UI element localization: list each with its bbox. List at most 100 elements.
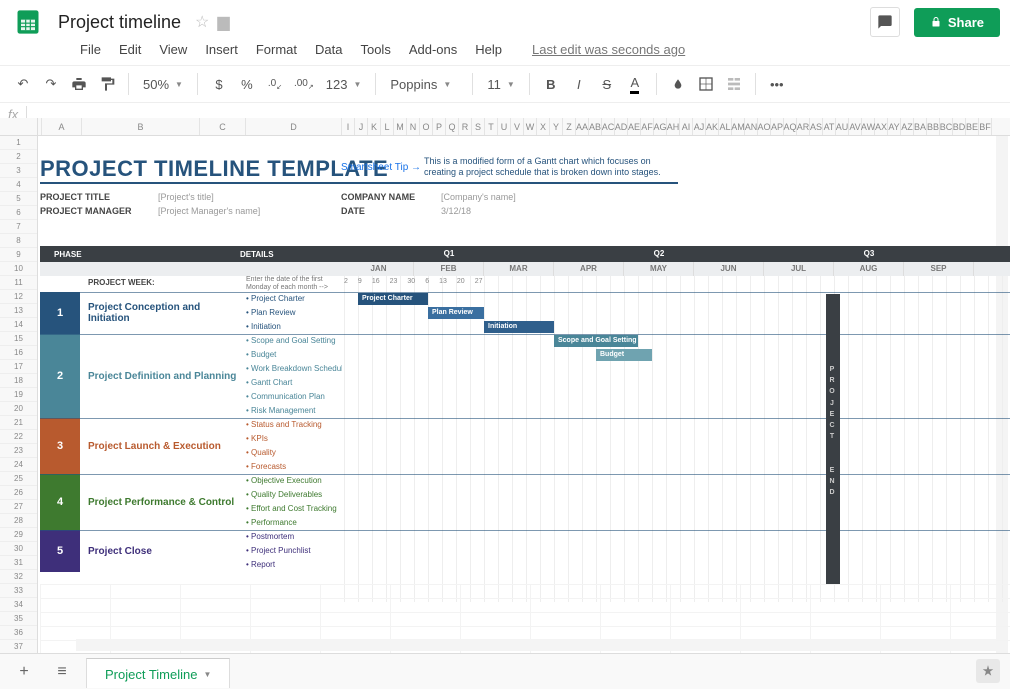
rowhdr-36[interactable]: 36 — [0, 626, 37, 640]
menu-data[interactable]: Data — [307, 38, 350, 61]
menu-tools[interactable]: Tools — [352, 38, 398, 61]
colhdr-W[interactable]: W — [524, 118, 537, 135]
colhdr-A[interactable]: A — [42, 118, 82, 135]
rowhdr-24[interactable]: 24 — [0, 458, 37, 472]
rowhdr-26[interactable]: 26 — [0, 486, 37, 500]
italic-button[interactable]: I — [566, 71, 592, 97]
rowhdr-1[interactable]: 1 — [0, 136, 37, 150]
colhdr-B[interactable]: B — [82, 118, 200, 135]
star-icon[interactable]: ☆ — [195, 12, 209, 32]
colhdr-BA[interactable]: BA — [914, 118, 927, 135]
colhdr-AA[interactable]: AA — [576, 118, 589, 135]
colhdr-I[interactable]: I — [342, 118, 355, 135]
numfmt-select[interactable]: 123▼ — [320, 77, 368, 92]
more-toolbar-button[interactable]: ••• — [764, 71, 790, 97]
colhdr-AE[interactable]: AE — [628, 118, 641, 135]
colhdr-J[interactable]: J — [355, 118, 368, 135]
borders-button[interactable] — [693, 71, 719, 97]
rowhdr-32[interactable]: 32 — [0, 570, 37, 584]
rowhdr-35[interactable]: 35 — [0, 612, 37, 626]
rowhdr-6[interactable]: 6 — [0, 206, 37, 220]
merge-button[interactable] — [721, 71, 747, 97]
rowhdr-16[interactable]: 16 — [0, 346, 37, 360]
rowhdr-21[interactable]: 21 — [0, 416, 37, 430]
colhdr-AS[interactable]: AS — [810, 118, 823, 135]
colhdr-AD[interactable]: AD — [615, 118, 628, 135]
rowhdr-5[interactable]: 5 — [0, 192, 37, 206]
spreadsheet-canvas[interactable]: PROJECT TIMELINE TEMPLATE Smartsheet Tip… — [38, 136, 1010, 653]
redo-button[interactable]: ↷ — [38, 71, 64, 97]
undo-button[interactable]: ↶ — [10, 71, 36, 97]
colhdr-AX[interactable]: AX — [875, 118, 888, 135]
colhdr-S[interactable]: S — [472, 118, 485, 135]
print-button[interactable] — [66, 71, 92, 97]
explore-button[interactable] — [976, 659, 1000, 683]
colhdr-AB[interactable]: AB — [589, 118, 602, 135]
colhdr-C[interactable]: C — [200, 118, 246, 135]
rowhdr-7[interactable]: 7 — [0, 220, 37, 234]
colhdr-Q[interactable]: Q — [446, 118, 459, 135]
colhdr-AQ[interactable]: AQ — [784, 118, 797, 135]
colhdr-BB[interactable]: BB — [927, 118, 940, 135]
rowhdr-25[interactable]: 25 — [0, 472, 37, 486]
dec-more-button[interactable]: .00↗ — [290, 71, 318, 97]
colhdr-AN[interactable]: AN — [745, 118, 758, 135]
colhdr-V[interactable]: V — [511, 118, 524, 135]
textcolor-button[interactable]: A — [622, 71, 648, 97]
last-edit-link[interactable]: Last edit was seconds ago — [524, 38, 693, 61]
menu-addons[interactable]: Add-ons — [401, 38, 465, 61]
colhdr-AM[interactable]: AM — [732, 118, 745, 135]
colhdr-AW[interactable]: AW — [862, 118, 875, 135]
fillcolor-button[interactable] — [665, 71, 691, 97]
rowhdr-37[interactable]: 37 — [0, 640, 37, 653]
colhdr-AG[interactable]: AG — [654, 118, 667, 135]
rowhdr-17[interactable]: 17 — [0, 360, 37, 374]
colhdr-D[interactable]: D — [246, 118, 342, 135]
colhdr-AT[interactable]: AT — [823, 118, 836, 135]
rowhdr-22[interactable]: 22 — [0, 430, 37, 444]
rowhdr-27[interactable]: 27 — [0, 500, 37, 514]
bold-button[interactable]: B — [538, 71, 564, 97]
rowhdr-34[interactable]: 34 — [0, 598, 37, 612]
colhdr-AF[interactable]: AF — [641, 118, 654, 135]
font-select[interactable]: Poppins▼ — [384, 77, 464, 92]
menu-file[interactable]: File — [72, 38, 109, 61]
colhdr-BC[interactable]: BC — [940, 118, 953, 135]
rowhdr-20[interactable]: 20 — [0, 402, 37, 416]
rowhdr-19[interactable]: 19 — [0, 388, 37, 402]
colhdr-BF[interactable]: BF — [979, 118, 992, 135]
colhdr-P[interactable]: P — [433, 118, 446, 135]
rowhdr-12[interactable]: 12 — [0, 290, 37, 304]
strike-button[interactable]: S — [594, 71, 620, 97]
rowhdr-8[interactable]: 8 — [0, 234, 37, 248]
menu-view[interactable]: View — [151, 38, 195, 61]
rowhdr-23[interactable]: 23 — [0, 444, 37, 458]
rowhdr-33[interactable]: 33 — [0, 584, 37, 598]
colhdr-AL[interactable]: AL — [719, 118, 732, 135]
dec-less-button[interactable]: .0↙ — [262, 71, 288, 97]
colhdr-U[interactable]: U — [498, 118, 511, 135]
colhdr-AC[interactable]: AC — [602, 118, 615, 135]
rowhdr-2[interactable]: 2 — [0, 150, 37, 164]
rowhdr-30[interactable]: 30 — [0, 542, 37, 556]
colhdr-BD[interactable]: BD — [953, 118, 966, 135]
tip-link[interactable]: Smartsheet Tip → — [341, 162, 421, 173]
colhdr-AO[interactable]: AO — [758, 118, 771, 135]
colhdr-AK[interactable]: AK — [706, 118, 719, 135]
add-sheet-button[interactable]: + — [10, 658, 38, 686]
colhdr-AY[interactable]: AY — [888, 118, 901, 135]
colhdr-T[interactable]: T — [485, 118, 498, 135]
colhdr-K[interactable]: K — [368, 118, 381, 135]
horizontal-scrollbar[interactable] — [76, 639, 996, 651]
paint-format-button[interactable] — [94, 71, 120, 97]
colhdr-Z[interactable]: Z — [563, 118, 576, 135]
colhdr-BE[interactable]: BE — [966, 118, 979, 135]
colhdr-M[interactable]: M — [394, 118, 407, 135]
menu-help[interactable]: Help — [467, 38, 510, 61]
zoom-select[interactable]: 50%▼ — [137, 77, 189, 92]
colhdr-AZ[interactable]: AZ — [901, 118, 914, 135]
colhdr-O[interactable]: O — [420, 118, 433, 135]
sheet-tab-active[interactable]: Project Timeline ▼ — [86, 658, 230, 688]
colhdr-AR[interactable]: AR — [797, 118, 810, 135]
colhdr-AI[interactable]: AI — [680, 118, 693, 135]
